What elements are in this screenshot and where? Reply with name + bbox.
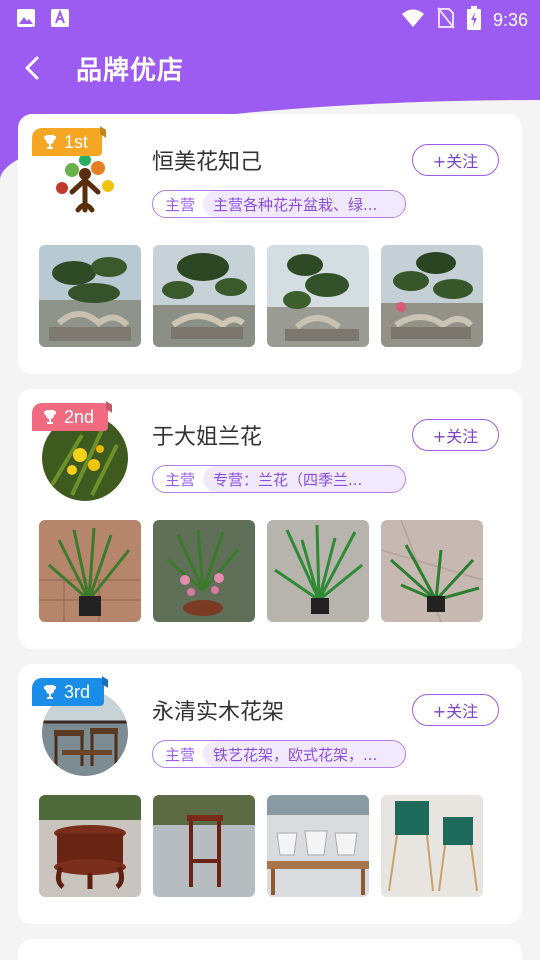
main-business-tag: 主营 铁艺花架，欧式花架，... bbox=[152, 740, 407, 768]
main-business-label: 主营 bbox=[165, 470, 196, 489]
main-business-label: 主营 bbox=[165, 745, 196, 764]
product-thumbnail[interactable] bbox=[39, 795, 141, 897]
shop-list: 1st 恒美花知己 +关注 主营 主营各种花卉盆栽、绿... 2nd 于大姐兰花… bbox=[18, 114, 522, 960]
product-thumbnail[interactable] bbox=[267, 245, 369, 347]
rank-badge: 1st bbox=[32, 128, 103, 156]
trophy-icon bbox=[44, 685, 56, 699]
product-thumbnail[interactable] bbox=[267, 520, 369, 622]
a-app-icon bbox=[50, 8, 70, 32]
chevron-left-icon bbox=[25, 56, 39, 80]
page-title: 品牌优店 bbox=[76, 56, 185, 86]
rank-badge: 2nd bbox=[32, 403, 109, 431]
rank-label: 3rd bbox=[64, 681, 91, 702]
image-icon bbox=[16, 8, 36, 32]
rank-badge: 3rd bbox=[32, 678, 105, 706]
shop-name: 恒美花知己 bbox=[152, 150, 263, 175]
shop-name: 于大姐兰花 bbox=[152, 425, 263, 450]
back-button[interactable] bbox=[16, 52, 48, 84]
rank-label: 2nd bbox=[64, 406, 95, 427]
product-thumbnails bbox=[39, 245, 483, 347]
product-thumbnail[interactable] bbox=[153, 245, 255, 347]
status-time: 9:36 bbox=[492, 9, 528, 30]
wifi-icon bbox=[401, 8, 425, 32]
product-thumbnail[interactable] bbox=[267, 795, 369, 897]
battery-charging-icon bbox=[466, 6, 481, 34]
shop-card-4[interactable] bbox=[18, 939, 522, 960]
main-business-tag: 主营 专营：兰花（四季兰... bbox=[152, 465, 407, 493]
main-business-text: 主营各种花卉盆栽、绿... bbox=[203, 191, 406, 217]
main-business-text: 铁艺花架，欧式花架，... bbox=[203, 741, 406, 767]
main-business-tag: 主营 主营各种花卉盆栽、绿... bbox=[152, 190, 407, 218]
product-thumbnail[interactable] bbox=[39, 520, 141, 622]
rank-label: 1st bbox=[64, 131, 89, 152]
trophy-icon bbox=[44, 410, 56, 424]
follow-button[interactable]: +关注 bbox=[412, 144, 499, 176]
shop-card-1[interactable]: 1st 恒美花知己 +关注 主营 主营各种花卉盆栽、绿... bbox=[18, 114, 522, 374]
shop-name: 永清实木花架 bbox=[152, 700, 285, 725]
product-thumbnail[interactable] bbox=[153, 520, 255, 622]
trophy-icon bbox=[44, 135, 56, 149]
main-business-text: 专营：兰花（四季兰... bbox=[203, 466, 406, 492]
product-thumbnails bbox=[39, 520, 483, 622]
nav-bar: 品牌优店 bbox=[0, 36, 540, 100]
status-bar: 9:36 bbox=[0, 0, 540, 36]
product-thumbnail[interactable] bbox=[153, 795, 255, 897]
follow-button[interactable]: +关注 bbox=[412, 694, 499, 726]
product-thumbnail[interactable] bbox=[381, 520, 483, 622]
main-business-label: 主营 bbox=[165, 195, 196, 214]
no-sim-icon bbox=[437, 7, 455, 33]
product-thumbnail[interactable] bbox=[39, 245, 141, 347]
product-thumbnails bbox=[39, 795, 483, 897]
shop-card-3[interactable]: 3rd 永清实木花架 +关注 主营 铁艺花架，欧式花架，... bbox=[18, 664, 522, 924]
product-thumbnail[interactable] bbox=[381, 795, 483, 897]
follow-button[interactable]: +关注 bbox=[412, 419, 499, 451]
product-thumbnail[interactable] bbox=[381, 245, 483, 347]
shop-card-2[interactable]: 2nd 于大姐兰花 +关注 主营 专营：兰花（四季兰... bbox=[18, 389, 522, 649]
